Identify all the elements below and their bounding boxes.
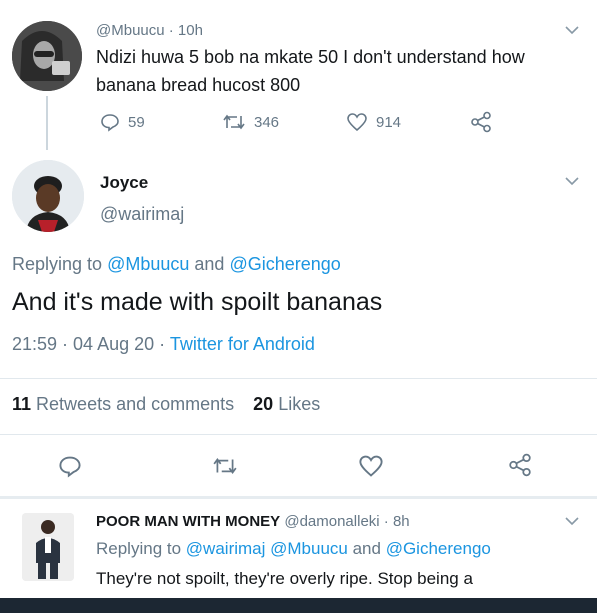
- tweet1-text: Ndizi huwa 5 bob na mkate 50 I don't und…: [96, 43, 525, 99]
- tweet1-share-icon[interactable]: [470, 111, 492, 133]
- tweet2-text: And it's made with spoilt bananas: [12, 288, 383, 316]
- like-stat-count: 20: [253, 394, 274, 414]
- avatar-photo-icon: [22, 513, 74, 581]
- avatar-damonalleki[interactable]: [22, 513, 74, 581]
- tweet1-retweet-count: 346: [254, 113, 280, 131]
- retweet-stat[interactable]: 11 Retweets and comments: [12, 394, 239, 414]
- divider: [0, 434, 597, 435]
- tweet1-retweet-button[interactable]: 346: [222, 112, 279, 132]
- tweet3-time: · 8h: [383, 513, 410, 530]
- divider: [0, 378, 597, 379]
- avatar-joyce[interactable]: [12, 160, 84, 232]
- tweet3-chevron-down-icon[interactable]: [564, 516, 580, 526]
- tweet2-heart-icon[interactable]: [358, 454, 384, 478]
- tweet2-handle[interactable]: @wairimaj: [100, 204, 184, 225]
- replying-to-gicherengo-link[interactable]: @Gicherengo: [386, 539, 491, 558]
- tweet1-chevron-down-icon[interactable]: [564, 25, 580, 35]
- replying-to-and: and: [352, 539, 381, 558]
- tweet3-display-name[interactable]: POOR MAN WITH MONEY: [96, 513, 280, 530]
- avatar-photo-icon: [12, 160, 84, 232]
- tweet2-replying-to: Replying to @Mbuucu and @Gicherengo: [12, 254, 341, 275]
- replying-to-users-link[interactable]: @wairimaj @Mbuucu: [186, 539, 348, 558]
- tweet3-replying-to: Replying to @wairimaj @Mbuucu and @Giche…: [96, 539, 491, 559]
- tweet1-text-line2: banana bread hucost 800: [96, 75, 301, 95]
- tweet2-reply-icon[interactable]: [58, 454, 82, 478]
- tweet3-handle[interactable]: @damonalleki: [284, 513, 379, 530]
- tweet1-header: @Mbuucu · 10h: [96, 22, 203, 39]
- tweet3-header: POOR MAN WITH MONEY @damonalleki · 8h: [96, 513, 410, 530]
- avatar-mbuucu[interactable]: [12, 21, 82, 91]
- like-stat-label: Likes: [278, 394, 321, 414]
- replying-to-and: and: [194, 254, 225, 274]
- heart-icon: [347, 113, 367, 132]
- reply-icon: [101, 114, 119, 132]
- tweet1-like-count: 914: [376, 113, 402, 131]
- replying-to-label: Replying to: [12, 254, 103, 274]
- tweet1-like-button[interactable]: 914: [346, 112, 401, 132]
- thread-connector-line: [46, 96, 48, 150]
- bottom-strip: [0, 598, 597, 613]
- tweet2-share-icon[interactable]: [508, 453, 532, 477]
- replying-to-label: Replying to: [96, 539, 182, 558]
- tweet1-reply-count: 59: [128, 113, 145, 131]
- tweet3-text: They're not spoilt, they're overly ripe.…: [96, 569, 473, 588]
- like-stat[interactable]: 20 Likes: [253, 394, 320, 414]
- avatar-photo-icon: [12, 21, 82, 91]
- tweet2-engagement-stats: 11 Retweets and comments 20 Likes: [12, 394, 320, 415]
- retweet-stat-count: 11: [12, 394, 32, 414]
- tweet2-meta: 21:59 · 04 Aug 20 · Twitter for Android: [12, 334, 315, 355]
- tweet2-retweet-icon[interactable]: [212, 454, 238, 478]
- replying-to-mbuucu-link[interactable]: @Mbuucu: [107, 254, 189, 274]
- tweet1-text-line1: Ndizi huwa 5 bob na mkate 50 I don't und…: [96, 47, 525, 67]
- tweet2-chevron-down-icon[interactable]: [564, 176, 580, 186]
- tweet1-reply-button[interactable]: 59: [100, 112, 145, 132]
- tweet2-timestamp[interactable]: 21:59 · 04 Aug 20 ·: [12, 334, 165, 354]
- section-divider: [0, 496, 597, 499]
- tweet2-display-name[interactable]: Joyce: [100, 173, 148, 193]
- retweet-stat-label: Retweets and comments: [36, 394, 235, 414]
- replying-to-gicherengo-link[interactable]: @Gicherengo: [229, 254, 340, 274]
- tweet1-time: · 10h: [168, 22, 203, 39]
- retweet-icon: [223, 114, 245, 130]
- tweet1-handle[interactable]: @Mbuucu: [96, 22, 165, 39]
- tweet2-source-link[interactable]: Twitter for Android: [170, 334, 315, 354]
